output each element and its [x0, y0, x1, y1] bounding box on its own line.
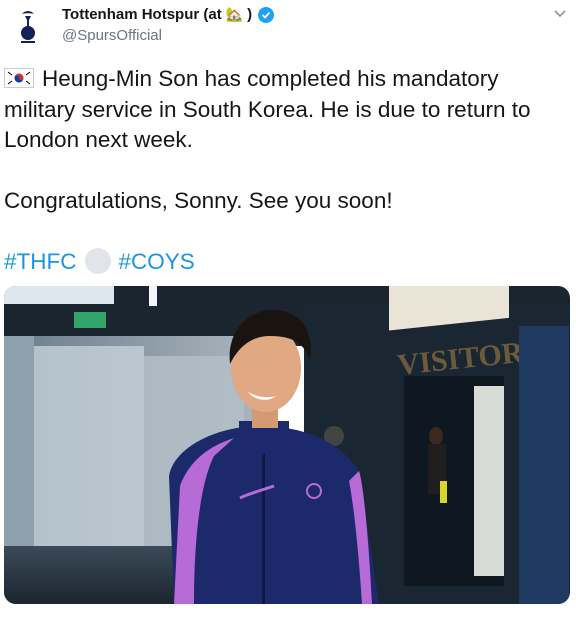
tweet-header: Tottenham Hotspur (at 🏡 ) @SpursOfficial	[0, 0, 576, 56]
house-emoji-icon: 🏡	[225, 6, 244, 22]
tweet-text: Heung-Min Son has completed his mandator…	[4, 64, 569, 278]
tweet-line-2: military service in South Korea. He is d…	[4, 96, 531, 122]
display-name-suffix: )	[247, 6, 253, 23]
tweet-line-3: London next week.	[4, 127, 193, 152]
avatar[interactable]	[8, 6, 48, 46]
hashtag-row: #THFC #COYS	[4, 247, 569, 278]
account-handle[interactable]: @SpursOfficial	[62, 27, 162, 44]
hashtag-coys-link[interactable]: #COYS	[119, 249, 195, 274]
chevron-down-icon[interactable]	[552, 6, 568, 22]
display-name: Tottenham Hotspur (at	[62, 6, 222, 23]
verified-badge-icon	[258, 6, 275, 23]
tweet-line-4: Congratulations, Sonny. See you soon!	[4, 188, 393, 213]
tweet-photo[interactable]: VISITORS	[4, 286, 570, 604]
photo-illustration: VISITORS	[4, 286, 570, 604]
south-korea-flag-icon	[4, 68, 34, 88]
account-name[interactable]: Tottenham Hotspur (at 🏡 )	[62, 6, 275, 23]
tweet-line-1: Heung-Min Son has completed his mandator…	[4, 64, 569, 95]
hashtag-thfc-link[interactable]: #THFC	[4, 249, 77, 274]
hashtag-emoji-icon	[84, 248, 111, 274]
spurs-logo-icon	[21, 11, 35, 43]
